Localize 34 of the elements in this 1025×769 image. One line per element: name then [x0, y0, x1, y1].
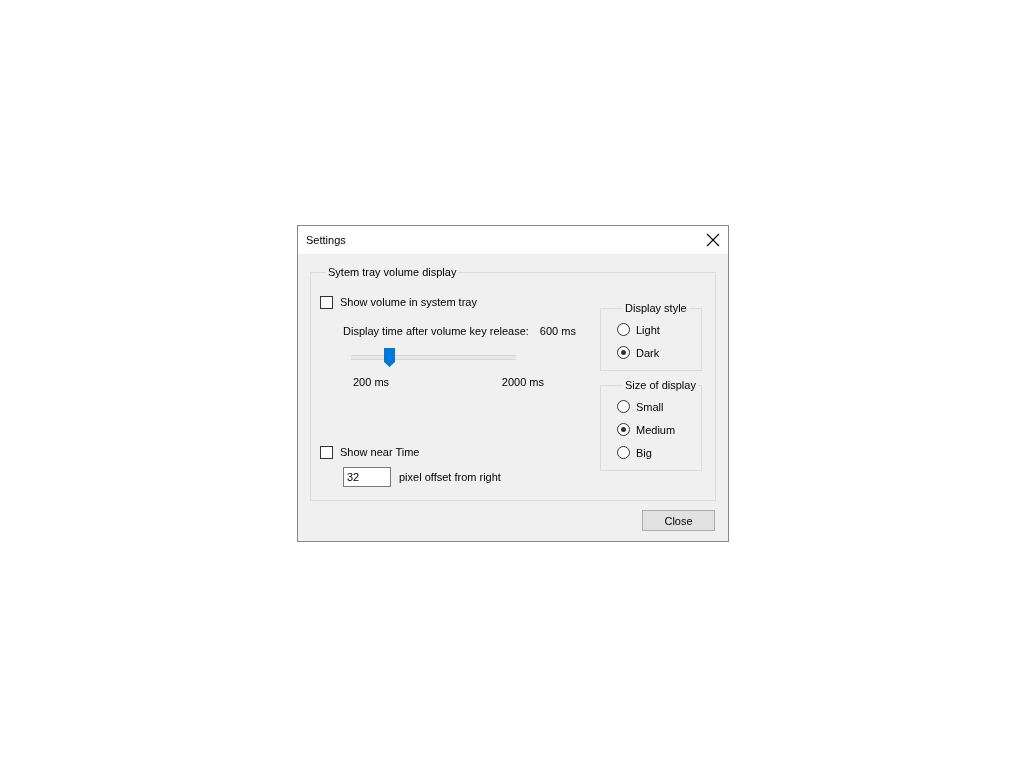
- offset-field[interactable]: 32: [343, 467, 391, 487]
- radio-button[interactable]: [617, 346, 630, 359]
- group-title: Display style: [624, 302, 688, 314]
- checkbox[interactable]: [320, 295, 333, 309]
- radio-button[interactable]: [617, 423, 630, 436]
- close-button[interactable]: Close: [642, 510, 715, 531]
- close-icon[interactable]: [706, 233, 720, 247]
- radio-button[interactable]: [617, 446, 630, 459]
- checkbox-option[interactable]: Show near Time: [320, 444, 590, 460]
- checkbox-label: Show near Time: [340, 446, 420, 458]
- radio-button[interactable]: [617, 323, 630, 336]
- slider-reading: 600 ms: [539, 325, 576, 337]
- slider-thumb[interactable]: [383, 348, 395, 367]
- radio-label: Medium: [636, 423, 676, 436]
- radio-option[interactable]: Dark: [617, 341, 701, 364]
- radio-label: Big: [636, 446, 652, 459]
- checkbox[interactable]: [320, 445, 333, 459]
- offset-label: pixel offset from right: [399, 471, 501, 483]
- radio-option[interactable]: Small: [617, 395, 701, 418]
- group-title: Size of display: [624, 379, 697, 391]
- checkbox-option[interactable]: Show volume in system tray: [320, 294, 590, 310]
- radio-button[interactable]: [617, 400, 630, 413]
- radio-option[interactable]: Light: [617, 318, 701, 341]
- radio-option[interactable]: Medium: [617, 418, 701, 441]
- window-title: Settings: [306, 234, 346, 246]
- slider-min-label: 200 ms: [353, 376, 390, 388]
- radio-label: Light: [636, 323, 660, 336]
- radio-label: Small: [636, 400, 664, 413]
- slider-max-label: 2000 ms: [501, 376, 544, 388]
- checkbox-label: Show volume in system tray: [340, 296, 477, 308]
- slider-label: Display time after volume key release:: [343, 325, 529, 337]
- radio-label: Dark: [636, 346, 660, 359]
- radio-option[interactable]: Big: [617, 441, 701, 464]
- group-title: Sytem tray volume display: [327, 266, 458, 278]
